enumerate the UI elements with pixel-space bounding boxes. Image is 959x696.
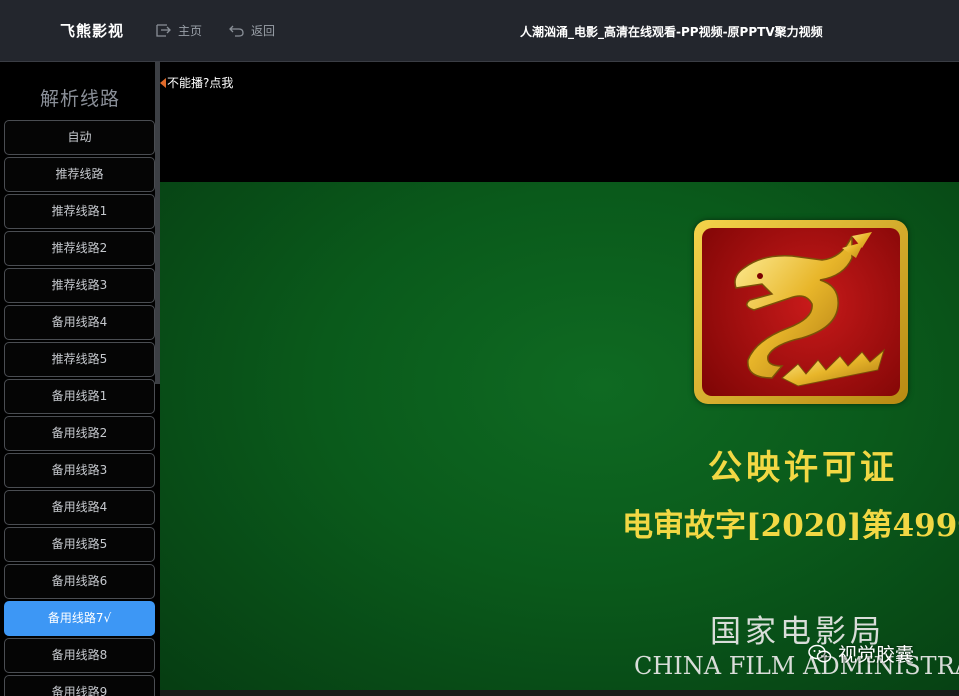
line-item[interactable]: 推荐线路3 [4, 268, 155, 303]
line-list: 自动 推荐线路 推荐线路1 推荐线路2 推荐线路3 备用线路4 推荐线路5 备用线路1 备用线路… [4, 120, 155, 696]
line-item[interactable]: 备用线路7√ [4, 601, 155, 636]
line-item[interactable]: 备用线路3 [4, 453, 155, 488]
line-item[interactable]: 备用线路6 [4, 564, 155, 599]
top-bar: 飞熊影视 主页 返回 人潮汹涌_电影_高清在线观看-PP视频-原PPTV聚力视频 [0, 0, 959, 62]
dragon-shape [734, 232, 885, 387]
line-sidebar: 解析线路 自动 推荐线路 推荐线路1 推荐线路2 推荐线路3 备用线路4 推荐线路5 备用线路… [0, 62, 160, 696]
line-item[interactable]: 推荐线路2 [4, 231, 155, 266]
line-item[interactable]: 备用线路5 [4, 527, 155, 562]
line-item[interactable]: 推荐线路 [4, 157, 155, 192]
line-item[interactable]: 推荐线路5 [4, 342, 155, 377]
line-item[interactable]: 备用线路9 [4, 675, 155, 696]
watermark: 视觉胶囊 [808, 640, 914, 667]
line-item[interactable]: 备用线路2 [4, 416, 155, 451]
video-frame: 公映许可证 电审故字[2020]第499号 国家电影局 CHINA FILM A… [160, 182, 959, 690]
line-item[interactable]: 自动 [4, 120, 155, 155]
home-label: 主页 [178, 24, 203, 38]
line-item[interactable]: 备用线路4 [4, 305, 155, 340]
back-button[interactable]: 返回 [228, 22, 275, 39]
watermark-label: 视觉胶囊 [838, 644, 915, 666]
license-title: 公映许可证 [708, 448, 898, 488]
license-number: 电审故字[2020]第499号 [622, 508, 959, 544]
left-arrow-icon [160, 77, 166, 88]
page-title: 人潮汹涌_电影_高清在线观看-PP视频-原PPTV聚力视频 [520, 25, 823, 39]
cant-play-link[interactable]: 不能播?点我 [160, 74, 233, 91]
sidebar-heading: 解析线路 [39, 88, 120, 110]
line-item[interactable]: 备用线路4 [4, 490, 155, 525]
back-label: 返回 [251, 24, 276, 38]
line-item[interactable]: 推荐线路1 [4, 194, 155, 229]
line-item[interactable]: 备用线路1 [4, 379, 155, 414]
back-arrow-icon [229, 25, 244, 37]
player-bottom-edge [160, 690, 959, 696]
cant-play-label: 不能播?点我 [167, 76, 234, 90]
home-icon [156, 24, 171, 37]
line-item[interactable]: 备用线路8 [4, 638, 155, 673]
home-button[interactable]: 主页 [155, 22, 202, 39]
wechat-icon [808, 644, 832, 662]
video-player[interactable]: 不能播?点我 公映许可证 电审故字[2020]第499号 国家电影局 CHINA… [160, 62, 959, 690]
dragon-emblem-icon [694, 220, 908, 404]
app-title: 飞熊影视 [60, 22, 125, 40]
